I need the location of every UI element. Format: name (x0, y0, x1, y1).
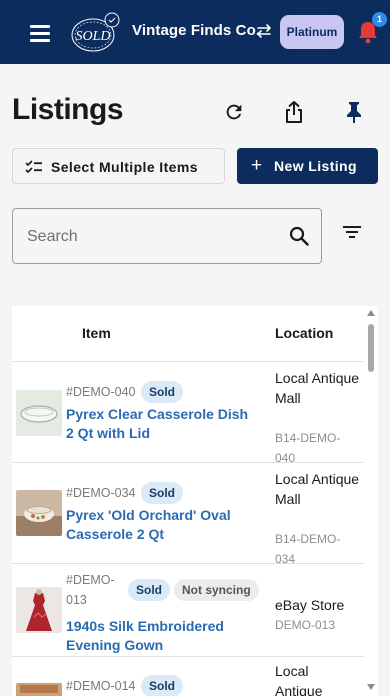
checklist-icon (25, 160, 42, 174)
table-scrollbar[interactable] (364, 306, 378, 696)
item-title-link[interactable]: Pyrex Clear Casserole Dish 2 Qt with Lid (66, 405, 256, 443)
pin-icon[interactable] (338, 96, 370, 128)
item-sku: #DEMO-014 (66, 679, 136, 693)
plus-icon: + (251, 155, 263, 176)
item-sku: #DEMO-040 (66, 385, 136, 399)
status-badge: Sold (141, 381, 183, 403)
item-sku: #DEMO-034 (66, 486, 136, 500)
status-badge: Sold (128, 579, 170, 601)
column-header-item: Item (82, 325, 111, 341)
scroll-down-arrow-icon[interactable] (367, 684, 375, 690)
select-multiple-label: Select Multiple Items (51, 159, 198, 175)
status-badge: Sold (141, 675, 183, 696)
table-row[interactable]: #DEMO-040 Sold Pyrex Clear Casserole Dis… (12, 362, 364, 465)
item-sku: #DEMO-013 (66, 573, 115, 607)
select-multiple-items-button[interactable]: Select Multiple Items (12, 148, 225, 184)
app-bar: SOLD Vintage Finds Co. Platinum 1 (0, 0, 390, 64)
search-field[interactable] (12, 208, 322, 264)
item-title-link[interactable]: Pyrex 'Old Orchard' Oval Casserole 2 Qt (66, 506, 256, 544)
page-title: Listings (12, 93, 124, 126)
scrollbar-thumb[interactable] (368, 324, 374, 372)
table-row[interactable]: #DEMO-034 Sold Pyrex 'Old Orchard' Oval … (12, 463, 364, 566)
filter-icon[interactable] (342, 224, 362, 240)
item-location-code: DEMO-013 (275, 618, 336, 632)
sync-status-badge: Not syncing (174, 579, 259, 601)
table-row[interactable]: #DEMO-013 Sold Not syncing 1940s Silk Em… (12, 564, 364, 656)
search-icon[interactable] (289, 226, 309, 246)
scroll-up-arrow-icon[interactable] (367, 310, 375, 316)
item-location: Local Antique Mall (275, 370, 360, 406)
table-row[interactable]: #DEMO-014 Sold Local Antique (12, 657, 364, 696)
item-location: Local Antique (275, 663, 323, 696)
brand-name: Vintage Finds Co. (132, 22, 261, 39)
item-location: eBay Store (275, 597, 345, 613)
column-header-location: Location (275, 325, 334, 341)
search-input[interactable] (27, 226, 277, 248)
menu-icon[interactable] (22, 22, 58, 44)
swap-account-icon[interactable] (254, 21, 274, 41)
notification-count-badge: 1 (372, 12, 387, 27)
item-title-link[interactable]: 1940s Silk Embroidered Evening Gown (66, 617, 256, 655)
item-location: Local Antique Mall (275, 471, 360, 507)
new-listing-button[interactable]: + New Listing (237, 148, 378, 184)
brand-logo: SOLD (71, 12, 120, 52)
listings-table: Item Location #DEMO-040 Sold Pyrex Clear… (12, 306, 378, 696)
status-badge: Sold (141, 482, 183, 504)
logo-text: SOLD (75, 29, 110, 44)
plan-badge[interactable]: Platinum (280, 15, 344, 49)
item-thumbnail (16, 587, 62, 633)
refresh-icon[interactable] (218, 96, 250, 128)
item-thumbnail (16, 490, 62, 536)
item-thumbnail (16, 390, 62, 436)
new-listing-label: New Listing (274, 158, 357, 174)
share-icon[interactable] (278, 96, 310, 128)
